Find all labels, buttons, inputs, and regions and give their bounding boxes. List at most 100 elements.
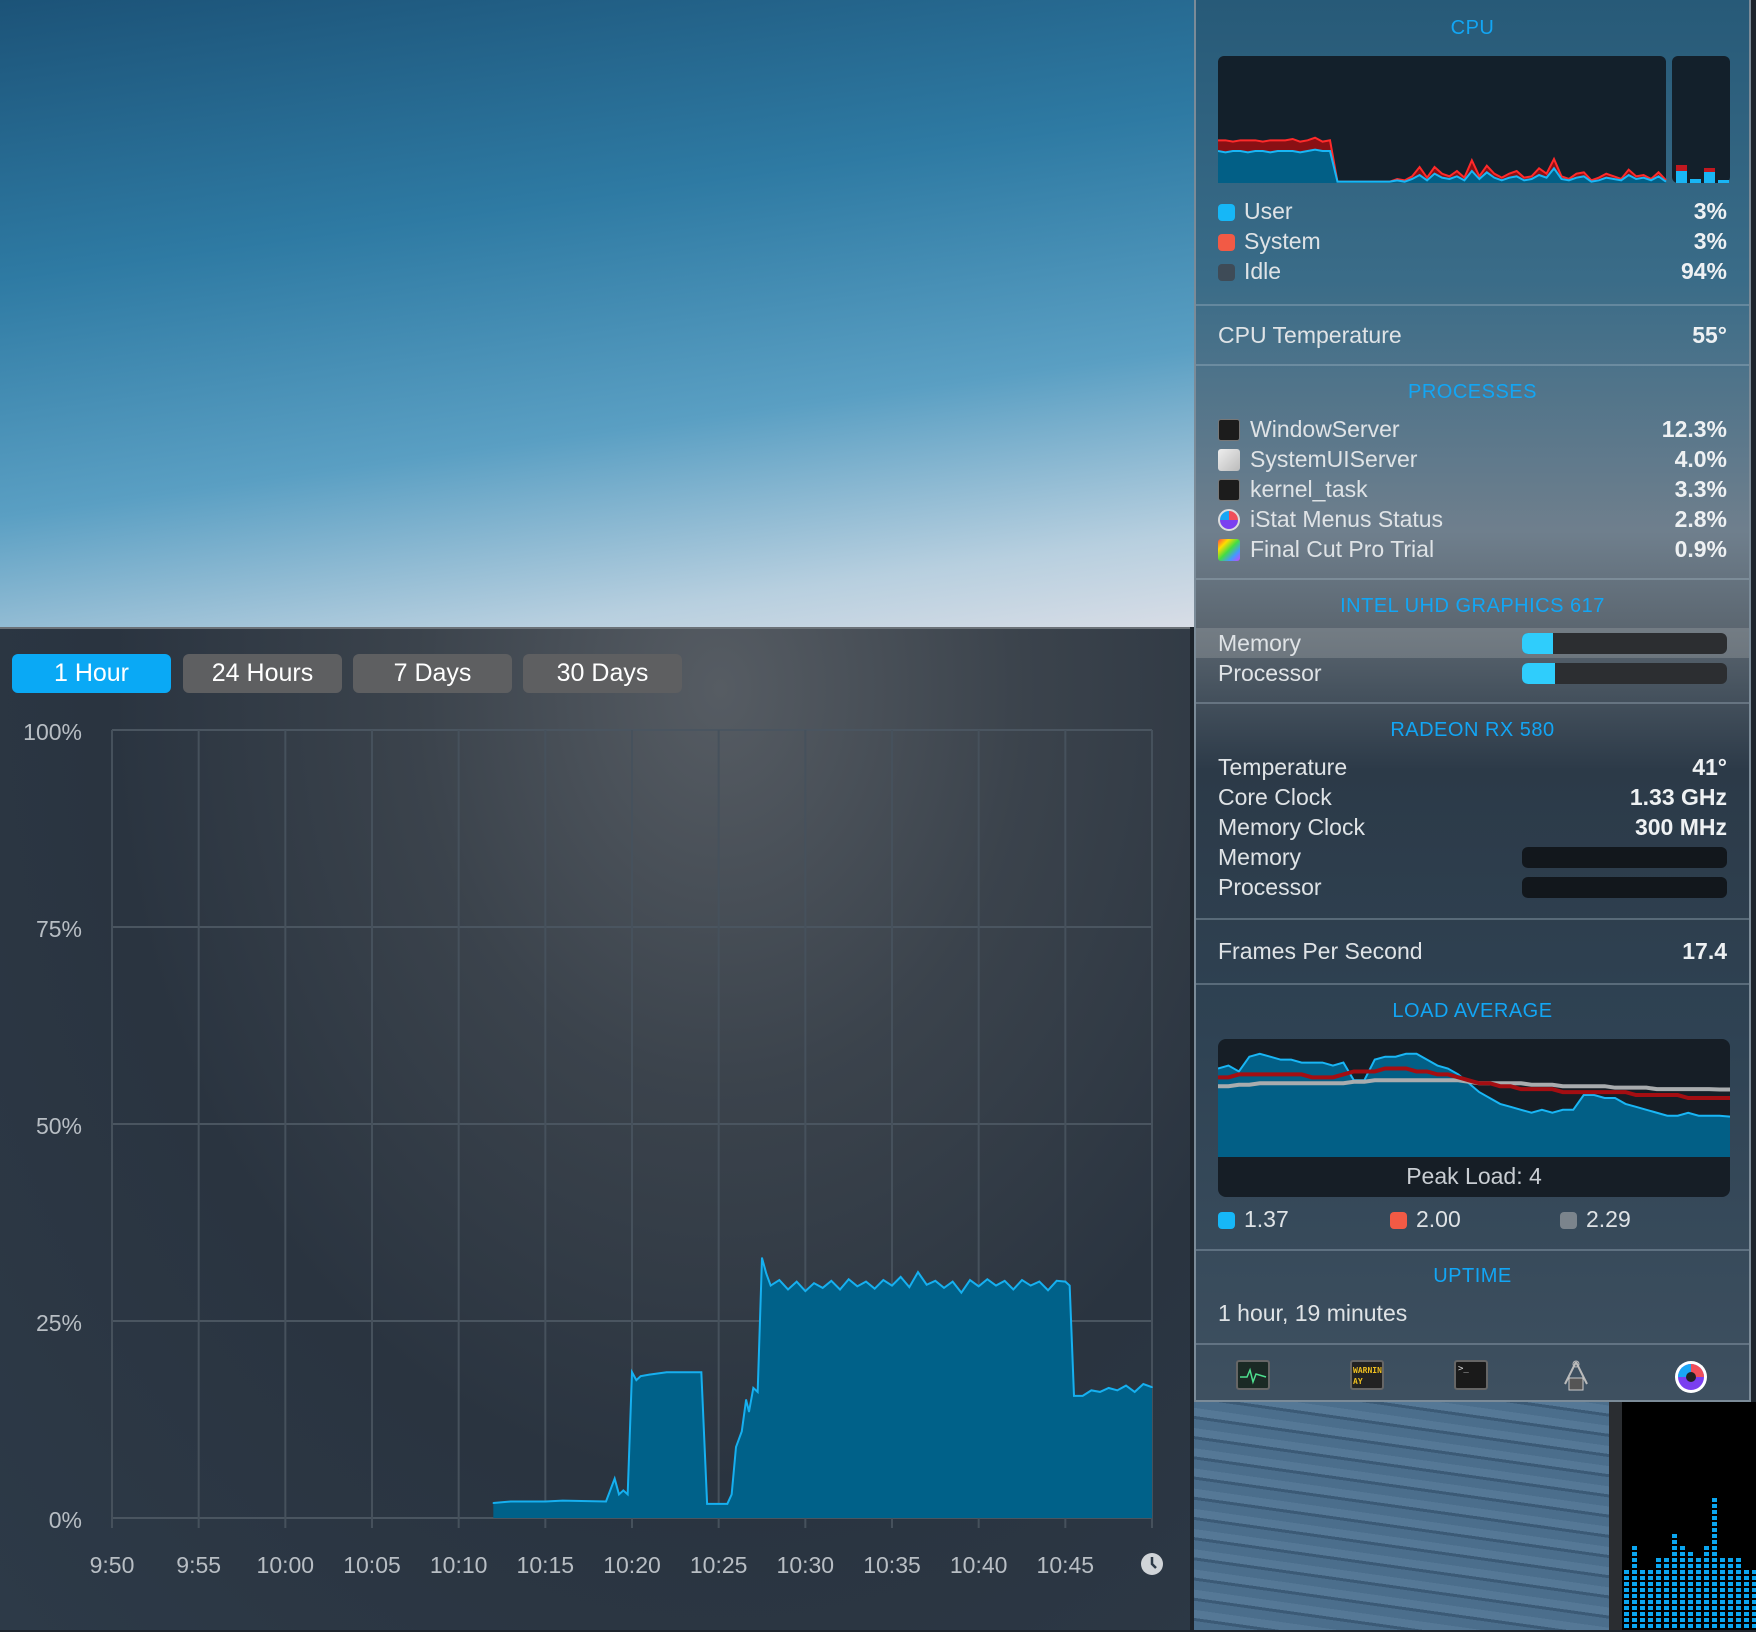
level-segment <box>1752 1570 1756 1574</box>
data-point <box>934 1280 937 1282</box>
level-segment <box>1712 1582 1717 1586</box>
data-point <box>1081 1395 1084 1397</box>
level-segment <box>1752 1618 1756 1622</box>
swatch <box>1390 1211 1407 1229</box>
level-segment <box>1648 1588 1653 1592</box>
level-segment <box>1720 1594 1725 1598</box>
desktop-texture-wallpaper <box>1194 1402 1609 1630</box>
level-segment <box>1624 1600 1629 1604</box>
level-segment <box>1728 1564 1733 1568</box>
row-label: Temperature <box>1218 753 1348 780</box>
level-segment <box>1656 1606 1661 1610</box>
process-row[interactable]: kernel_task 3.3% <box>1218 474 1727 504</box>
process-row[interactable]: SystemUIServer 4.0% <box>1218 444 1727 474</box>
istat-icon <box>1218 508 1240 531</box>
load-average-plot <box>1218 1052 1730 1157</box>
level-segment <box>1712 1576 1717 1580</box>
level-segment <box>1696 1612 1701 1616</box>
row-value: 1.33 GHz <box>1629 783 1727 810</box>
level-segment <box>1640 1594 1645 1598</box>
level-segment <box>1704 1612 1709 1616</box>
legend-label: System <box>1244 227 1321 254</box>
process-row[interactable]: WindowServer 12.3% <box>1218 414 1727 444</box>
data-point <box>891 1284 893 1287</box>
level-segment <box>1648 1582 1653 1586</box>
level-segment <box>1672 1582 1677 1586</box>
data-point <box>745 1399 747 1401</box>
level-segment <box>1640 1582 1645 1586</box>
data-point <box>1116 1389 1119 1392</box>
radeon-memory-row: Memory <box>1218 842 1727 872</box>
level-segment <box>1744 1600 1749 1604</box>
level-segment <box>1632 1624 1637 1628</box>
divider <box>1196 1249 1749 1251</box>
process-name: kernel_task <box>1250 475 1368 502</box>
level-segment <box>1744 1606 1749 1610</box>
terminal-icon[interactable]: >_ <box>1454 1360 1488 1390</box>
data-point <box>631 1371 633 1374</box>
divider <box>1196 1343 1749 1345</box>
level-segment <box>1672 1612 1677 1616</box>
level-segment <box>1720 1570 1725 1574</box>
peak-load-label: Peak Load: 4 <box>1406 1163 1542 1189</box>
processes-section-title: PROCESSES <box>1408 381 1537 403</box>
console-icon[interactable]: WARNINAY 7:36 <box>1350 1360 1384 1390</box>
level-segment <box>1696 1570 1701 1574</box>
process-row[interactable]: Final Cut Pro Trial 0.9% <box>1218 534 1727 564</box>
level-segment <box>1752 1588 1756 1592</box>
x-tick-label: 10:30 <box>777 1552 835 1578</box>
x-tick-label: 10:20 <box>603 1552 661 1578</box>
level-segment <box>1712 1570 1717 1574</box>
process-value: 3.3% <box>1674 475 1727 502</box>
level-segment <box>1656 1570 1661 1574</box>
level-segment <box>1688 1624 1693 1628</box>
level-segment <box>1664 1582 1669 1586</box>
process-row[interactable]: iStat Menus Status 2.8% <box>1218 504 1727 534</box>
level-segment <box>1720 1564 1725 1568</box>
istat-menus-icon[interactable] <box>1674 1360 1708 1393</box>
data-point <box>969 1279 971 1281</box>
level-segment <box>1736 1606 1741 1610</box>
level-segment <box>1696 1576 1701 1580</box>
level-segment <box>1744 1582 1749 1586</box>
history-window: 1 Hour 24 Hours 7 Days 30 Days 100% 75% 50… <box>0 627 1190 1630</box>
swatch <box>1560 1211 1577 1229</box>
level-segment <box>1648 1606 1653 1610</box>
process-name: iStat Menus Status <box>1250 505 1444 532</box>
level-segment <box>1744 1618 1749 1622</box>
level-segment <box>1712 1546 1717 1550</box>
level-segment <box>1712 1594 1717 1598</box>
level-segment <box>1632 1618 1637 1622</box>
level-segment <box>1624 1606 1629 1610</box>
level-segment <box>1720 1612 1725 1616</box>
legend-label: Idle <box>1244 257 1282 284</box>
level-segment <box>1648 1612 1653 1616</box>
level-segment <box>1720 1588 1725 1592</box>
level-segment <box>1632 1606 1637 1610</box>
level-segment <box>1736 1624 1741 1628</box>
level-segment <box>1680 1600 1685 1604</box>
core-system-bar <box>1704 168 1715 172</box>
system-information-icon[interactable] <box>1559 1360 1593 1391</box>
level-segment <box>1712 1624 1717 1628</box>
cpu-temperature-value: 55° <box>1692 321 1727 348</box>
level-segment <box>1656 1612 1661 1616</box>
level-segment <box>1720 1606 1725 1610</box>
level-segment <box>1752 1624 1756 1628</box>
data-point <box>1107 1387 1110 1389</box>
data-point <box>639 1375 642 1377</box>
level-segment <box>1680 1582 1685 1586</box>
level-segment <box>1672 1570 1677 1574</box>
level-segment <box>1728 1600 1733 1604</box>
x-tick-label: 10:05 <box>343 1552 401 1578</box>
data-point <box>960 1291 963 1294</box>
activity-monitor-icon[interactable] <box>1236 1360 1270 1390</box>
level-segment <box>1664 1618 1669 1622</box>
load-5min: 2.00 <box>1390 1206 1560 1233</box>
level-segment <box>1712 1498 1717 1502</box>
data-point <box>492 1502 495 1504</box>
row-label: Processor <box>1218 873 1322 900</box>
level-segment <box>1704 1552 1709 1556</box>
level-segment <box>1736 1570 1741 1574</box>
level-segment <box>1712 1540 1717 1544</box>
